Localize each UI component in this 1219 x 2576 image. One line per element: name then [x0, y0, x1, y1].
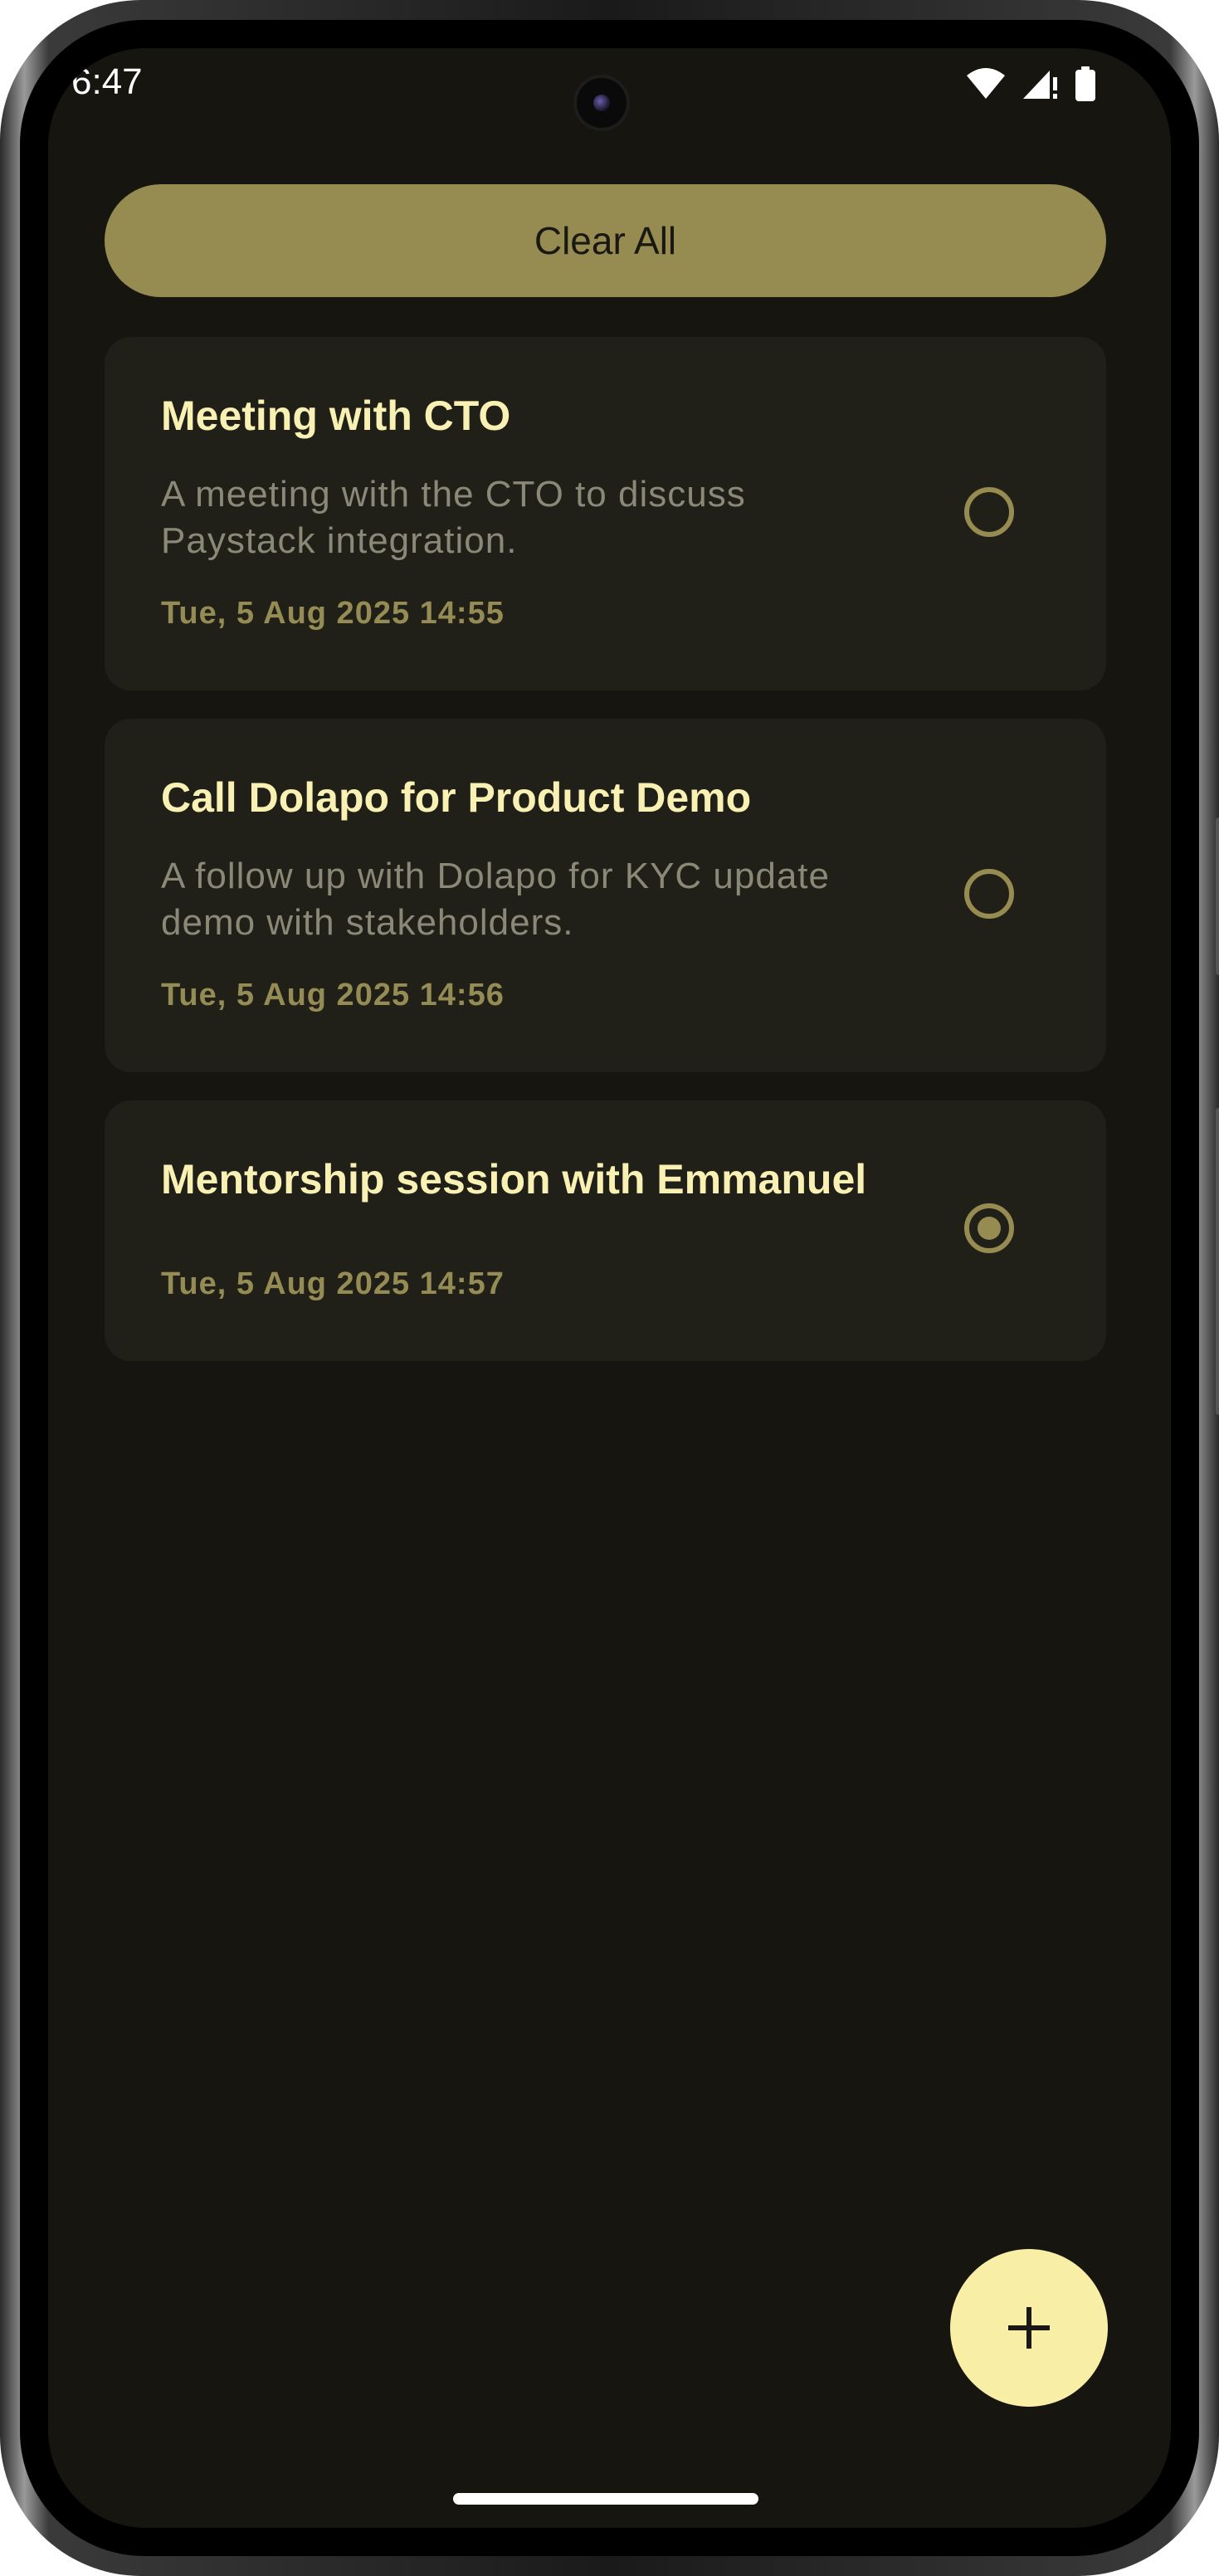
task-date: Tue, 5 Aug 2025 14:56 — [161, 978, 505, 1012]
task-description: A meeting with the CTO to discuss Paysta… — [161, 474, 746, 561]
clear-all-button[interactable]: Clear All — [105, 184, 1106, 297]
app-screen: 6:47 Clear All Meeting with CTO A meetin… — [48, 48, 1171, 2528]
task-card[interactable]: Meeting with CTO A meeting with the CTO … — [105, 337, 1106, 690]
status-icons — [965, 66, 1096, 101]
add-task-button[interactable] — [950, 2249, 1108, 2407]
task-card[interactable]: Call Dolapo for Product Demo A follow up… — [105, 719, 1106, 1072]
battery-icon — [1075, 66, 1095, 101]
plus-icon — [1008, 2307, 1050, 2349]
task-description: A follow up with Dolapo for KYC update d… — [161, 856, 831, 943]
task-date: Tue, 5 Aug 2025 14:55 — [161, 596, 505, 631]
task-date: Tue, 5 Aug 2025 14:57 — [161, 1266, 505, 1301]
home-indicator[interactable] — [453, 2493, 758, 2505]
front-camera — [577, 78, 627, 128]
task-complete-radio[interactable] — [964, 869, 1014, 919]
volume-button — [1216, 1108, 1219, 1415]
task-title: Call Dolapo for Product Demo — [161, 774, 752, 821]
phone-frame: 6:47 Clear All Meeting with CTO A meetin… — [0, 0, 1219, 2576]
wifi-icon — [967, 68, 1005, 99]
power-button — [1216, 817, 1219, 975]
task-card[interactable]: Mentorship session with Emmanuel Tue, 5 … — [105, 1100, 1106, 1361]
signal-icon — [1023, 71, 1057, 99]
task-title: Mentorship session with Emmanuel — [161, 1156, 867, 1203]
status-time: 6:47 — [71, 61, 143, 102]
task-complete-radio[interactable] — [964, 1203, 1014, 1253]
status-bar: 6:47 — [48, 48, 1171, 164]
task-complete-radio[interactable] — [964, 487, 1014, 537]
task-title: Meeting with CTO — [161, 393, 511, 439]
